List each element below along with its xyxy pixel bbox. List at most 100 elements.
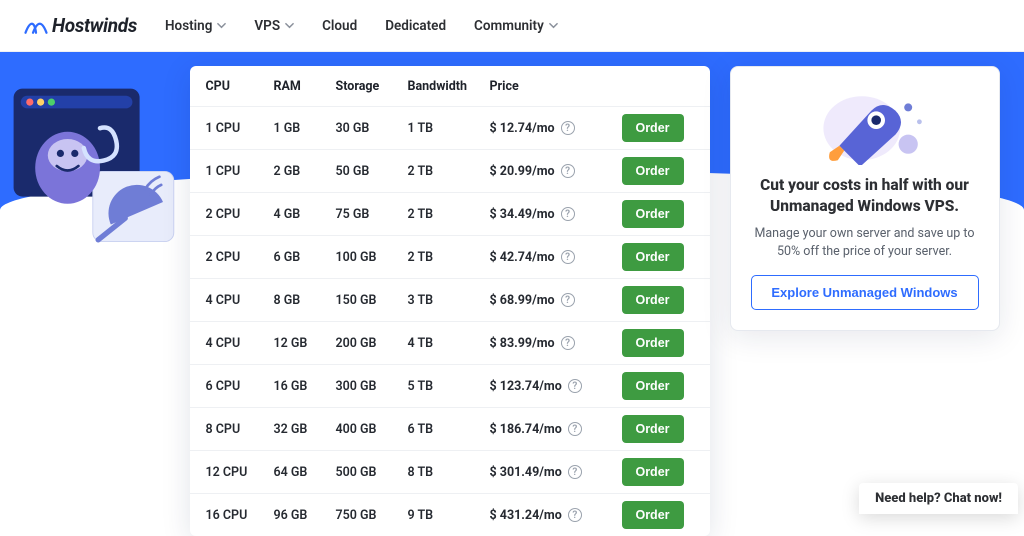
cell-bandwidth: 5 TB [408,379,490,394]
cell-cpu: 12 CPU [206,465,274,480]
cell-ram: 96 GB [274,508,336,523]
cell-bandwidth: 2 TB [408,164,490,179]
cell-bandwidth: 2 TB [408,207,490,222]
cell-cpu: 1 CPU [206,164,274,179]
cell-price: $ 186.74/mo? [490,422,622,437]
cell-ram: 16 GB [274,379,336,394]
help-icon[interactable]: ? [561,164,575,178]
cell-storage: 30 GB [336,121,408,136]
cell-cpu: 2 CPU [206,250,274,265]
help-icon[interactable]: ? [561,293,575,307]
chat-widget[interactable]: Need help? Chat now! [859,483,1018,514]
order-button[interactable]: Order [622,372,684,400]
cell-price: $ 301.49/mo? [490,465,622,480]
cell-storage: 400 GB [336,422,408,437]
cell-ram: 4 GB [274,207,336,222]
cell-cpu: 8 CPU [206,422,274,437]
logo-icon [24,15,48,37]
cell-bandwidth: 8 TB [408,465,490,480]
cell-storage: 150 GB [336,293,408,308]
cell-ram: 64 GB [274,465,336,480]
cell-price: $ 42.74/mo? [490,250,622,265]
cell-cpu: 6 CPU [206,379,274,394]
cell-bandwidth: 9 TB [408,508,490,523]
cell-price: $ 431.24/mo? [490,508,622,523]
order-button[interactable]: Order [622,157,684,185]
nav-item-hosting[interactable]: Hosting [165,18,226,34]
cell-bandwidth: 1 TB [408,121,490,136]
nav-item-label: Community [474,18,544,34]
pricing-table: CPU RAM Storage Bandwidth Price 1 CPU1 G… [190,66,710,536]
promo-card: Cut your costs in half with our Unmanage… [730,66,1000,331]
pricing-header-row: CPU RAM Storage Bandwidth Price [190,66,710,106]
chevron-down-icon [217,21,226,30]
nav-item-label: Cloud [322,18,357,34]
nav-item-label: Hosting [165,18,212,34]
table-row: 2 CPU6 GB100 GB2 TB$ 42.74/mo?Order [190,235,710,278]
cell-price: $ 123.74/mo? [490,379,622,394]
cell-price: $ 20.99/mo? [490,164,622,179]
help-icon[interactable]: ? [561,250,575,264]
cell-price: $ 68.99/mo? [490,293,622,308]
cell-cpu: 16 CPU [206,508,274,523]
help-icon[interactable]: ? [568,422,582,436]
help-icon[interactable]: ? [561,336,575,350]
table-row: 4 CPU12 GB200 GB4 TB$ 83.99/mo?Order [190,321,710,364]
nav-item-label: Dedicated [385,18,446,34]
cell-price: $ 83.99/mo? [490,336,622,351]
cell-cpu: 1 CPU [206,121,274,136]
help-icon[interactable]: ? [561,121,575,135]
order-button[interactable]: Order [622,114,684,142]
col-header-storage: Storage [336,79,408,94]
table-row: 2 CPU4 GB75 GB2 TB$ 34.49/mo?Order [190,192,710,235]
order-button[interactable]: Order [622,286,684,314]
help-icon[interactable]: ? [568,379,582,393]
nav-item-dedicated[interactable]: Dedicated [385,18,446,34]
cell-cpu: 4 CPU [206,293,274,308]
table-row: 6 CPU16 GB300 GB5 TB$ 123.74/mo?Order [190,364,710,407]
promo-cta-button[interactable]: Explore Unmanaged Windows [751,275,979,310]
order-button[interactable]: Order [622,501,684,529]
promo-title: Cut your costs in half with our Unmanage… [751,175,979,217]
content-area: CPU RAM Storage Bandwidth Price 1 CPU1 G… [0,66,1024,536]
order-button[interactable]: Order [622,329,684,357]
cell-bandwidth: 2 TB [408,250,490,265]
help-icon[interactable]: ? [561,207,575,221]
nav-item-cloud[interactable]: Cloud [322,18,357,34]
top-nav: Hostwinds Hosting VPS Cloud Dedicated Commun… [0,0,1024,52]
cell-storage: 200 GB [336,336,408,351]
main-nav: Hosting VPS Cloud Dedicated Community [165,18,558,34]
table-row: 4 CPU8 GB150 GB3 TB$ 68.99/mo?Order [190,278,710,321]
cell-bandwidth: 4 TB [408,336,490,351]
cell-storage: 300 GB [336,379,408,394]
nav-item-label: VPS [254,18,280,34]
col-header-bandwidth: Bandwidth [408,79,490,94]
order-button[interactable]: Order [622,243,684,271]
order-button[interactable]: Order [622,200,684,228]
help-icon[interactable]: ? [568,465,582,479]
order-button[interactable]: Order [622,458,684,486]
cell-ram: 12 GB [274,336,336,351]
cell-storage: 750 GB [336,508,408,523]
table-row: 8 CPU32 GB400 GB6 TB$ 186.74/mo?Order [190,407,710,450]
nav-item-vps[interactable]: VPS [254,18,294,34]
order-button[interactable]: Order [622,415,684,443]
table-row: 16 CPU96 GB750 GB9 TB$ 431.24/mo?Order [190,493,710,536]
cell-ram: 6 GB [274,250,336,265]
logo-link[interactable]: Hostwinds [24,14,137,37]
chevron-down-icon [549,21,558,30]
cell-storage: 75 GB [336,207,408,222]
cell-ram: 8 GB [274,293,336,308]
col-header-price: Price [490,79,622,94]
table-row: 1 CPU2 GB50 GB2 TB$ 20.99/mo?Order [190,149,710,192]
cell-cpu: 4 CPU [206,336,274,351]
nav-item-community[interactable]: Community [474,18,558,34]
cell-bandwidth: 3 TB [408,293,490,308]
cell-price: $ 12.74/mo? [490,121,622,136]
cell-bandwidth: 6 TB [408,422,490,437]
cell-storage: 500 GB [336,465,408,480]
table-row: 1 CPU1 GB30 GB1 TB$ 12.74/mo?Order [190,106,710,149]
chevron-down-icon [285,21,294,30]
cell-cpu: 2 CPU [206,207,274,222]
cell-storage: 100 GB [336,250,408,265]
